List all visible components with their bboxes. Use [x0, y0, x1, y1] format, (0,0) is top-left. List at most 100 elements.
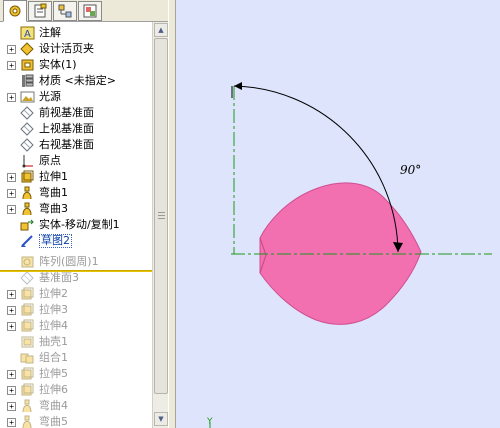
tree-item[interactable]: 抽壳1 — [0, 334, 152, 350]
tree-item-label: 弯曲3 — [39, 202, 68, 215]
tree-item-label: 前视基准面 — [39, 106, 94, 119]
tree-item-label: 抽壳1 — [39, 335, 68, 348]
tree-item-label: 设计活页夹 — [39, 42, 94, 55]
tree-item[interactable]: 材质 <未指定> — [0, 73, 152, 89]
shell-icon — [21, 336, 34, 348]
vertical-scrollbar[interactable]: ▲ ▼ — [152, 22, 168, 428]
tree-item[interactable]: + 弯曲5 — [0, 414, 152, 428]
tree-item[interactable]: + 拉伸3 — [0, 302, 152, 318]
tree-item[interactable]: 前视基准面 — [0, 105, 152, 121]
circular-pattern-icon — [21, 256, 34, 268]
annotations-icon: A — [20, 26, 35, 40]
tree-item-label: 阵列(圆周)1 — [39, 255, 99, 268]
tree-item[interactable]: 阵列(圆周)1 — [0, 254, 152, 270]
extrude-icon — [21, 367, 34, 380]
panel-splitter[interactable] — [168, 0, 176, 428]
tree-item-label: 实体-移动/复制1 — [39, 218, 120, 231]
extrude-icon — [21, 303, 34, 316]
tree-item-label: 拉伸2 — [39, 287, 68, 300]
expand-toggle[interactable]: + — [7, 370, 16, 379]
tree-item-label: 弯曲4 — [39, 399, 68, 412]
tree-item-label: 拉伸5 — [39, 367, 68, 380]
tree-item-label: 拉伸6 — [39, 383, 68, 396]
tree-item-label: 弯曲5 — [39, 415, 68, 428]
property-manager-tab[interactable] — [28, 1, 52, 21]
expand-toggle[interactable]: + — [7, 402, 16, 411]
plane-icon — [20, 138, 34, 152]
display-manager-icon — [83, 4, 97, 18]
tree-item[interactable]: + 拉伸1 — [0, 169, 152, 185]
tree-item-label: 组合1 — [39, 351, 68, 364]
expand-toggle[interactable]: + — [7, 205, 16, 214]
expand-toggle[interactable]: + — [7, 322, 16, 331]
expand-toggle[interactable]: + — [7, 173, 16, 182]
plane-icon — [20, 271, 34, 285]
arrow-head-start — [234, 82, 242, 90]
expand-toggle[interactable]: + — [7, 61, 16, 70]
scroll-up-button[interactable]: ▲ — [154, 23, 168, 37]
tree-item[interactable]: 草图2 — [0, 233, 152, 249]
tree-item[interactable]: + 光源 — [0, 89, 152, 105]
plane-icon — [20, 106, 34, 120]
tree-item-label: 原点 — [39, 154, 61, 167]
tree-item[interactable]: + 弯曲4 — [0, 398, 152, 414]
expand-toggle[interactable]: + — [7, 189, 16, 198]
tree-item[interactable]: 原点 — [0, 153, 152, 169]
tree-item[interactable]: 实体-移动/复制1 — [0, 217, 152, 233]
graphics-viewport[interactable]: 90° Y — [176, 0, 500, 428]
material-icon — [22, 74, 34, 87]
tree-item[interactable]: + 实体(1) — [0, 57, 152, 73]
expand-toggle[interactable]: + — [7, 418, 16, 427]
tree-item[interactable]: + 弯曲3 — [0, 201, 152, 217]
feature-manager-tab[interactable] — [3, 0, 27, 22]
manager-tab-bar — [0, 0, 168, 22]
display-manager-tab[interactable] — [78, 1, 102, 21]
expand-toggle[interactable]: + — [7, 45, 16, 54]
design-binder-icon — [20, 42, 34, 56]
tree-item-label: 右视基准面 — [39, 138, 94, 151]
feature-tree: A 注解 + 设计活页夹 + 实体(1) 材质 <未指定> + 光源 前视基准面上视基准面 右视基准… — [0, 22, 152, 428]
flex-icon — [22, 202, 32, 216]
scroll-thumb[interactable] — [154, 38, 168, 394]
extrude-icon — [21, 170, 34, 183]
arrow-up-icon: ▲ — [158, 26, 164, 34]
feature-manager-panel: A 注解 + 设计活页夹 + 实体(1) 材质 <未指定> + 光源 前视基准面上视基准面 右视基准… — [0, 0, 168, 428]
sketch-icon — [21, 235, 33, 247]
expand-toggle[interactable]: + — [7, 290, 16, 299]
extrude-icon — [21, 319, 34, 332]
tree-item[interactable]: + 设计活页夹 — [0, 41, 152, 57]
tree-item-label: 拉伸3 — [39, 303, 68, 316]
tree-item[interactable]: 右视基准面 — [0, 137, 152, 153]
tree-item-label: 拉伸1 — [39, 170, 68, 183]
configuration-manager-icon — [58, 4, 72, 18]
tree-item[interactable]: 基准面3 — [0, 270, 152, 286]
rollback-bar[interactable] — [0, 270, 152, 272]
tree-item[interactable]: A 注解 — [0, 25, 152, 41]
flex-icon — [22, 399, 32, 413]
tree-item-label: 材质 <未指定> — [39, 74, 116, 87]
tree-item-label: 弯曲1 — [39, 186, 68, 199]
extrude-icon — [21, 383, 34, 396]
angle-dimension-text[interactable]: 90° — [400, 163, 421, 177]
tree-item[interactable]: 组合1 — [0, 350, 152, 366]
tree-item[interactable]: 上视基准面 — [0, 121, 152, 137]
property-manager-icon — [34, 3, 47, 18]
svg-text:A: A — [24, 29, 31, 40]
move-copy-icon — [20, 219, 34, 231]
configuration-manager-tab[interactable] — [53, 1, 77, 21]
tree-item[interactable]: + 拉伸2 — [0, 286, 152, 302]
lights-icon — [20, 91, 35, 103]
tree-item[interactable]: + 弯曲1 — [0, 185, 152, 201]
tree-item[interactable]: + 拉伸4 — [0, 318, 152, 334]
viewport-drawing — [209, 82, 492, 428]
expand-toggle[interactable]: + — [7, 93, 16, 102]
scroll-down-button[interactable]: ▼ — [154, 412, 168, 426]
expand-toggle[interactable]: + — [7, 306, 16, 315]
tree-item[interactable]: + 拉伸5 — [0, 366, 152, 382]
extrude-icon — [21, 287, 34, 300]
tree-item-label: 草图2 — [39, 234, 72, 248]
combine-icon — [20, 353, 34, 364]
feature-manager-icon — [9, 5, 21, 17]
expand-toggle[interactable]: + — [7, 386, 16, 395]
tree-item[interactable]: + 拉伸6 — [0, 382, 152, 398]
